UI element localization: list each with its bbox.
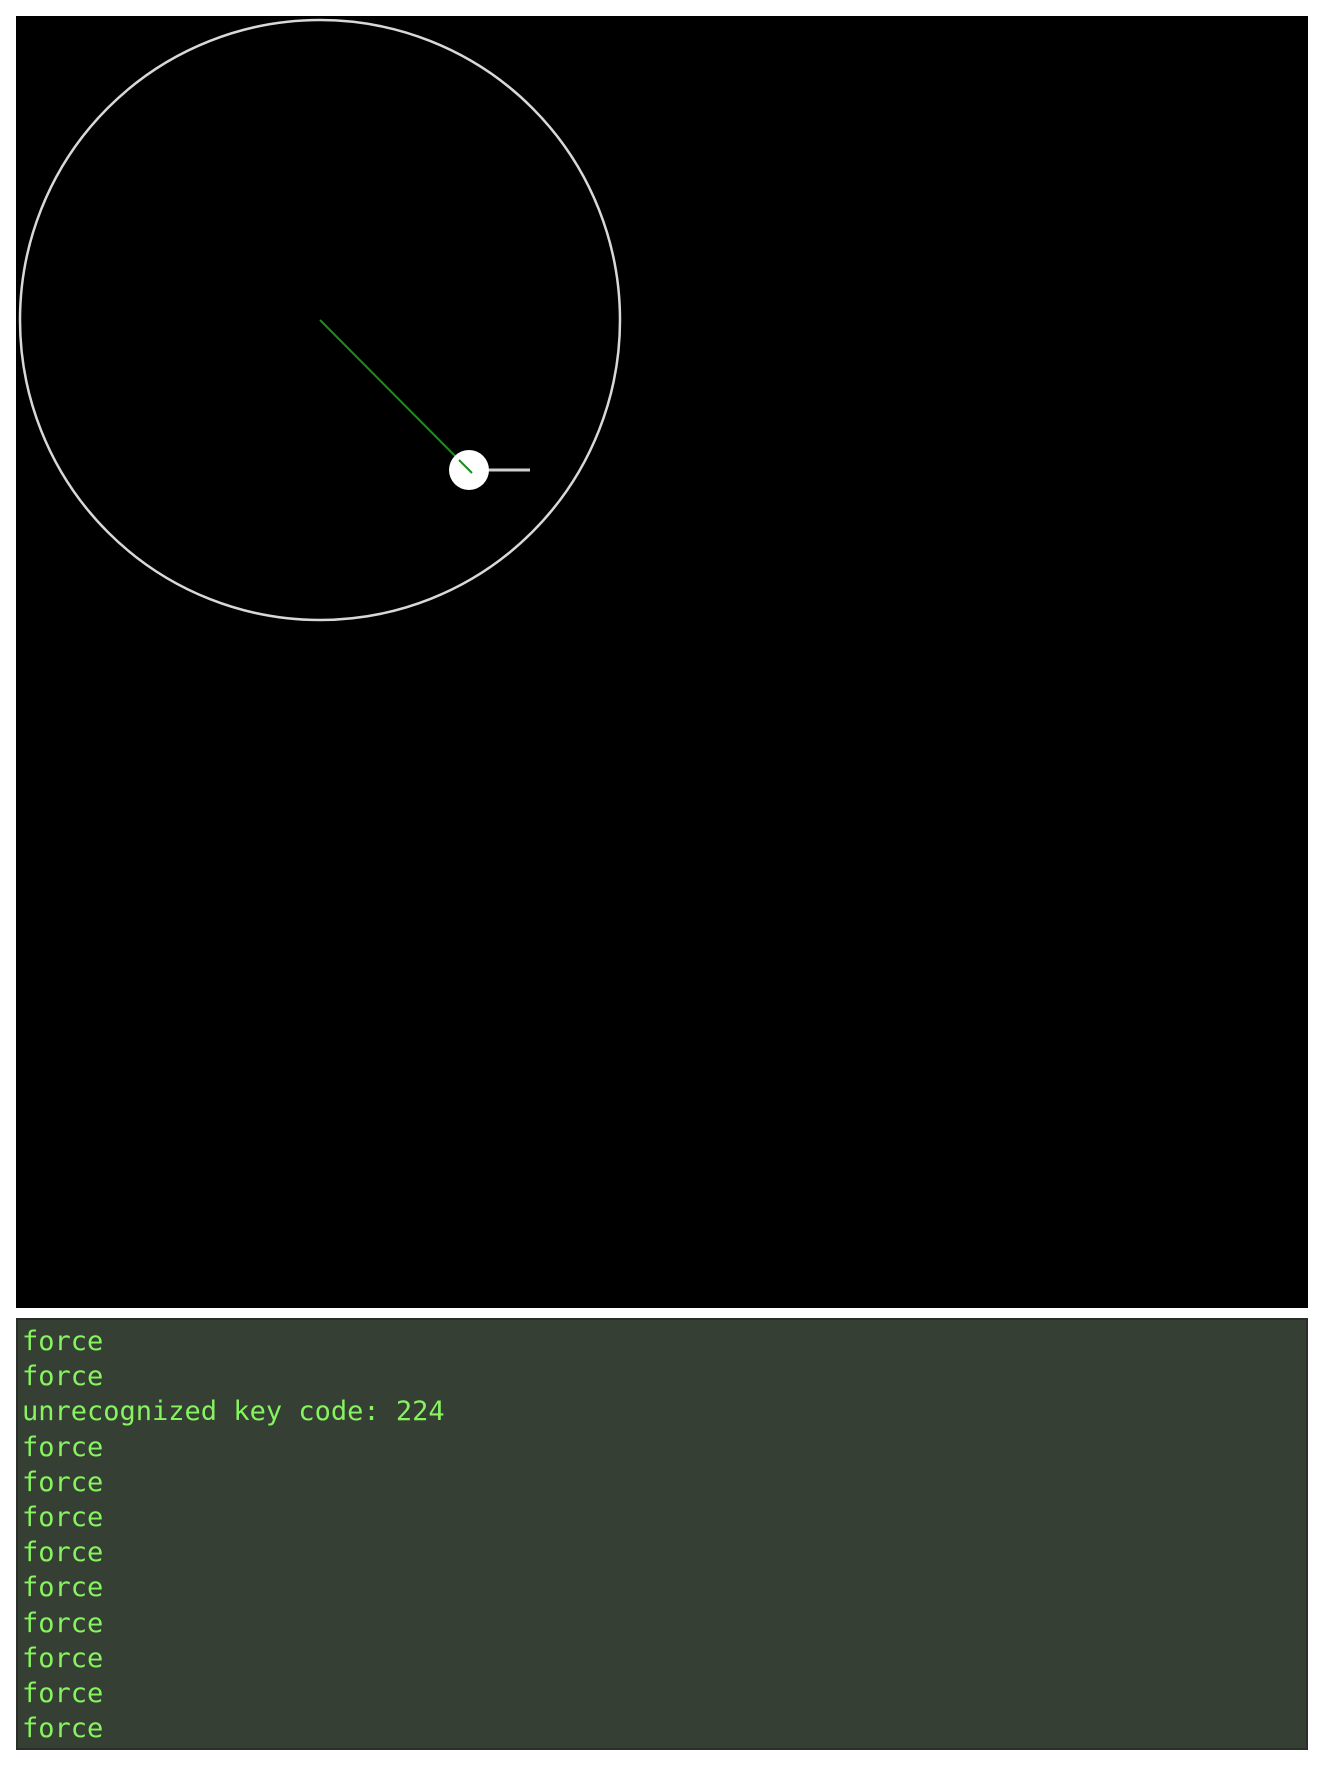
console-line: force bbox=[22, 1537, 104, 1569]
console-line: force bbox=[22, 1501, 104, 1533]
console-line: force bbox=[22, 1326, 104, 1357]
console-line: force bbox=[22, 1713, 104, 1745]
console-line: force bbox=[22, 1466, 104, 1498]
console-line: unrecognized key code: 224 bbox=[22, 1396, 445, 1428]
simulation-canvas[interactable] bbox=[16, 16, 1308, 1308]
console-line: force bbox=[22, 1431, 104, 1463]
simulation-drawing bbox=[18, 18, 622, 622]
radius-line bbox=[319, 319, 470, 471]
console-line: force bbox=[22, 1642, 104, 1674]
console-lines: force force unrecognized key code: 224 f… bbox=[18, 1320, 1306, 1746]
console-line: force bbox=[22, 1572, 104, 1604]
console-log[interactable]: force force unrecognized key code: 224 f… bbox=[16, 1318, 1308, 1750]
console-line: force bbox=[22, 1677, 104, 1709]
console-line: force bbox=[22, 1361, 104, 1393]
console-line: force bbox=[22, 1607, 104, 1639]
